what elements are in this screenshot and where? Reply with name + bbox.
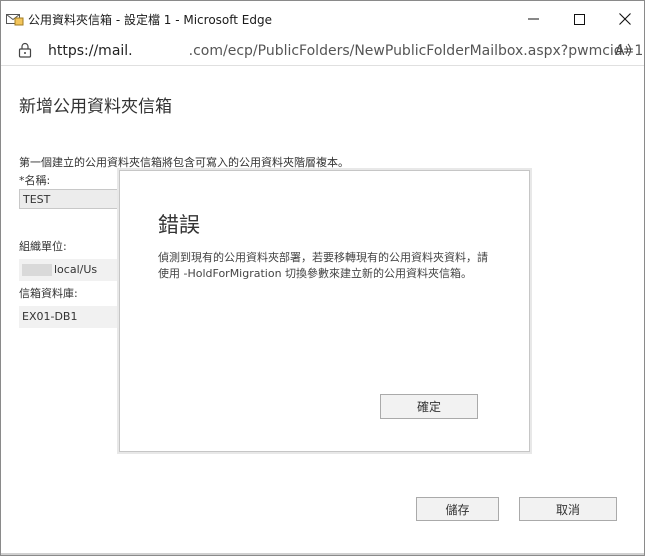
cancel-button[interactable]: 取消 bbox=[519, 497, 617, 521]
save-button[interactable]: 儲存 bbox=[416, 497, 499, 521]
address-bar[interactable]: https://mail. .com/ecp/PublicFolders/NewP… bbox=[1, 37, 644, 65]
title-bar: 公用資料夾信箱 - 設定檔 1 - Microsoft Edge bbox=[1, 1, 644, 37]
window-title: 公用資料夾信箱 - 設定檔 1 - Microsoft Edge bbox=[28, 13, 272, 27]
page-title: 新增公用資料夾信箱 bbox=[19, 97, 172, 117]
name-label: *名稱: bbox=[19, 174, 51, 187]
minimize-button[interactable] bbox=[510, 1, 556, 37]
close-icon bbox=[619, 13, 631, 25]
ou-value: local/Us bbox=[54, 263, 98, 276]
minimize-icon bbox=[527, 18, 539, 20]
dialog-title: 錯誤 bbox=[158, 213, 200, 237]
url-host: https://mail. bbox=[48, 43, 133, 59]
redacted-area bbox=[22, 264, 52, 276]
dialog-message: 偵測到現有的公用資料夾部署，若要移轉現有的公用資料夾資料，請使用 -HoldFo… bbox=[158, 251, 488, 280]
name-field[interactable]: TEST bbox=[19, 189, 121, 209]
svg-text:A: A bbox=[615, 43, 625, 58]
mail-folder-icon bbox=[6, 11, 24, 26]
lock-icon[interactable] bbox=[18, 42, 32, 62]
error-dialog: 錯誤 偵測到現有的公用資料夾部署，若要移轉現有的公用資料夾資料，請使用 -Hol… bbox=[119, 170, 530, 452]
close-button[interactable] bbox=[602, 1, 644, 37]
ou-label: 組織單位: bbox=[19, 240, 67, 253]
read-aloud-icon[interactable]: A bbox=[615, 42, 633, 62]
maximize-button[interactable] bbox=[556, 1, 602, 37]
intro-text: 第一個建立的公用資料夾信箱將包含可寫入的公用資料夾階層複本。 bbox=[19, 156, 349, 169]
ok-button[interactable]: 確定 bbox=[380, 394, 478, 419]
browser-window: 公用資料夾信箱 - 設定檔 1 - Microsoft Edge https:/… bbox=[0, 0, 645, 556]
url-path: .com/ecp/PublicFolders/NewPublicFolderMa… bbox=[188, 43, 645, 59]
db-label: 信箱資料庫: bbox=[19, 287, 78, 300]
maximize-icon bbox=[573, 13, 585, 25]
bottom-divider bbox=[1, 553, 644, 555]
ou-field[interactable]: local/Us bbox=[19, 259, 121, 281]
url-text[interactable]: https://mail. .com/ecp/PublicFolders/NewP… bbox=[48, 43, 645, 59]
db-field[interactable]: EX01-DB1 bbox=[19, 306, 121, 328]
